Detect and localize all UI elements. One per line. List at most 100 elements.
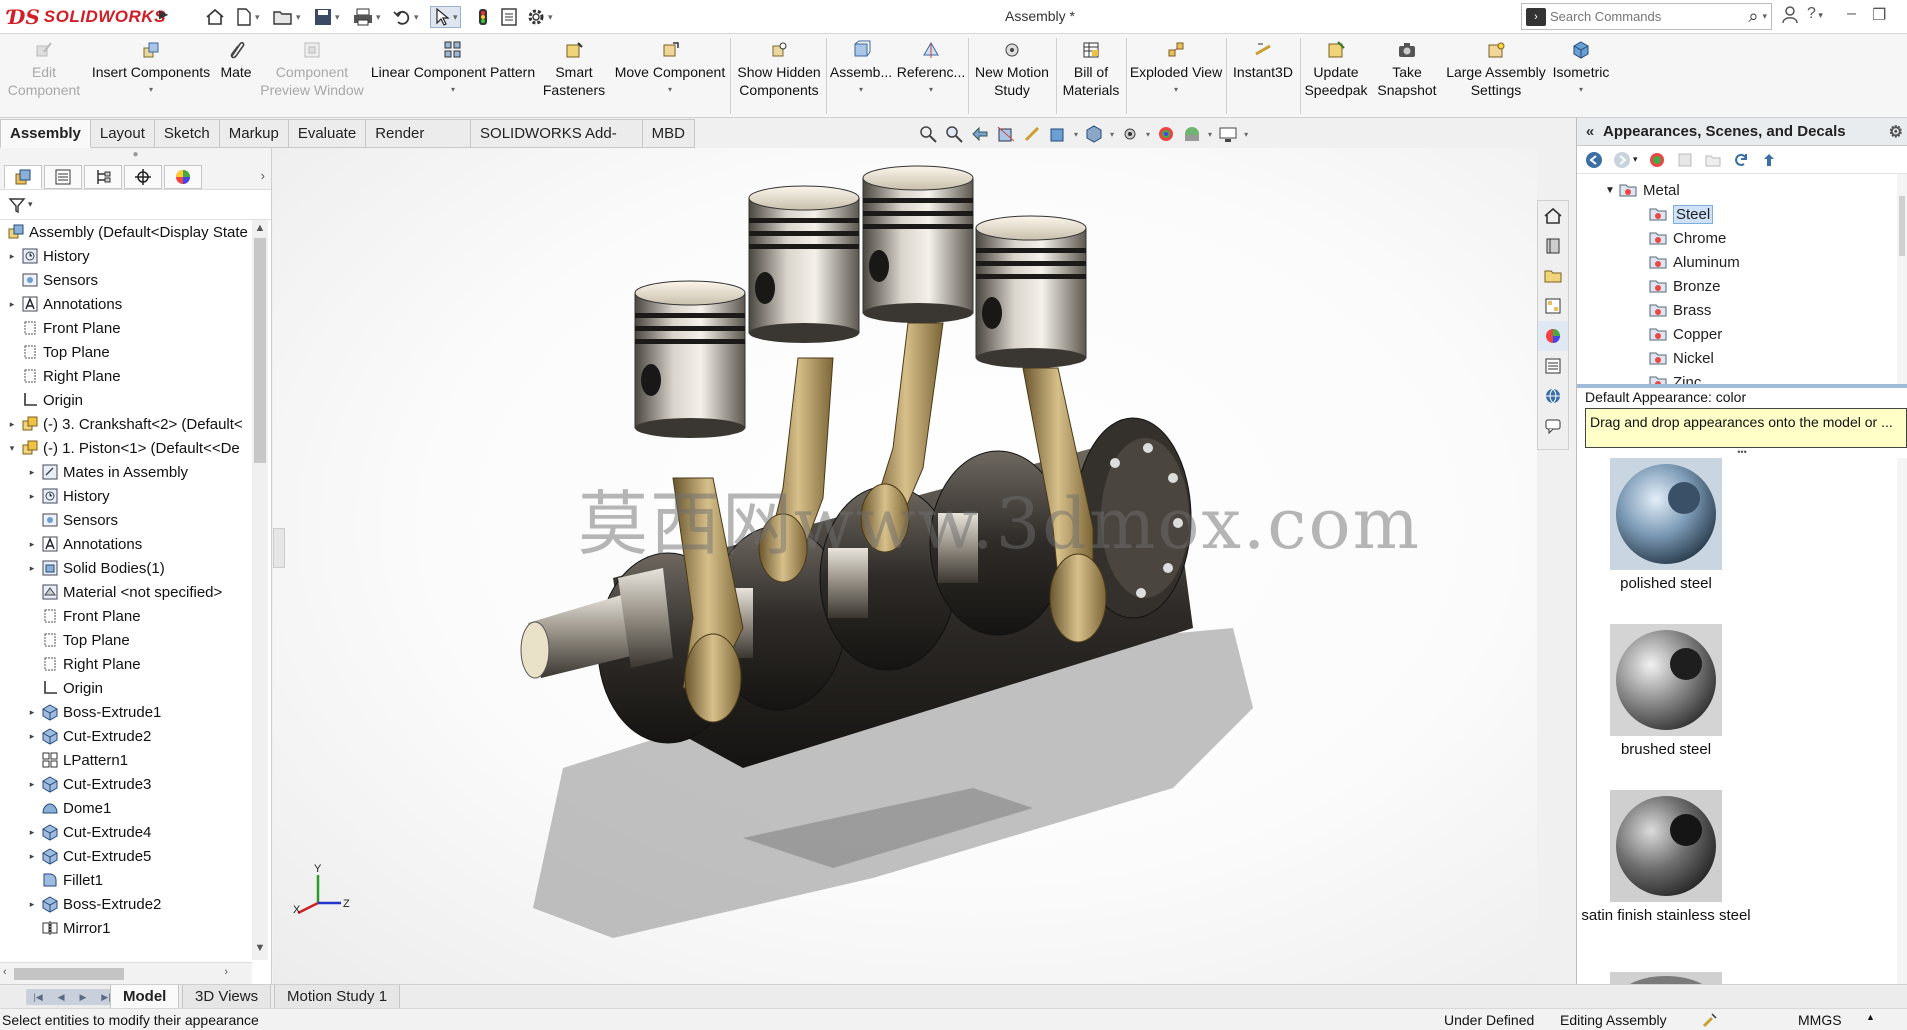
- tree-item[interactable]: ▸ History: [6, 244, 90, 268]
- tree-item[interactable]: ▸ Cut-Extrude5: [26, 844, 151, 868]
- library-item-aluminum[interactable]: Aluminum: [1649, 250, 1740, 274]
- tab-property-manager[interactable]: [44, 164, 82, 189]
- expand-arrow-icon[interactable]: ▸: [26, 467, 38, 478]
- view-settings-icon[interactable]: [1218, 124, 1238, 144]
- tree-item[interactable]: ▸ Boss-Extrude2: [26, 892, 161, 916]
- library-item-steel[interactable]: Steel: [1649, 202, 1714, 226]
- section-view-icon[interactable]: [996, 124, 1016, 144]
- tree-item[interactable]: Top Plane: [6, 340, 110, 364]
- tree-item[interactable]: Sensors: [6, 268, 98, 292]
- tab-model[interactable]: Model: [110, 985, 180, 1009]
- tree-item[interactable]: Origin: [6, 388, 83, 412]
- reference-triad[interactable]: Y X Z: [293, 863, 363, 923]
- expand-arrow-icon[interactable]: ▸: [26, 731, 38, 742]
- expand-arrow-icon[interactable]: ▾: [6, 443, 18, 454]
- options-gear-icon[interactable]: ▾: [526, 6, 553, 28]
- tree-item[interactable]: Sensors: [26, 508, 118, 532]
- tab-mbd[interactable]: MBD: [642, 119, 695, 148]
- tree-hscroll-thumb[interactable]: [14, 968, 124, 980]
- rebuild-icon[interactable]: [1702, 1012, 1718, 1030]
- new-folder-icon[interactable]: [1704, 151, 1722, 169]
- tree-item[interactable]: Top Plane: [26, 628, 130, 652]
- tree-item[interactable]: LPattern1: [26, 748, 128, 772]
- dynamic-annotation-icon[interactable]: [1022, 124, 1042, 144]
- tab-layout[interactable]: Layout: [90, 119, 155, 148]
- undo-icon[interactable]: ▾: [392, 6, 419, 28]
- scroll-up-icon[interactable]: ▲: [254, 222, 266, 234]
- thumbnail-splitter-handle[interactable]: •••: [1577, 448, 1907, 458]
- design-library-tab[interactable]: [1538, 231, 1568, 261]
- up-one-level-icon[interactable]: [1760, 151, 1778, 169]
- library-folder-metal[interactable]: ▼ Metal: [1605, 178, 1680, 202]
- tab-solidworks-add-ins[interactable]: SOLIDWORKS Add-Ins: [471, 119, 643, 170]
- zoom-to-area-icon[interactable]: [944, 124, 964, 144]
- custom-properties-tab[interactable]: [1538, 351, 1568, 381]
- first-tab-icon[interactable]: |◀: [33, 992, 42, 1003]
- 3dexperience-tab[interactable]: [1538, 411, 1568, 441]
- help-icon[interactable]: ? ▾: [1807, 5, 1823, 23]
- tree-item[interactable]: ▸ Cut-Extrude3: [26, 772, 151, 796]
- display-style-icon[interactable]: [1084, 124, 1104, 144]
- expand-chevron-icon[interactable]: ▼: [1605, 185, 1619, 196]
- tab-assembly[interactable]: Assembly: [0, 119, 91, 148]
- new-document-icon[interactable]: ▾: [235, 6, 260, 28]
- tree-item[interactable]: ▸ History: [26, 484, 110, 508]
- show-hidden-components-button[interactable]: Show Hidden Components: [734, 40, 824, 114]
- prev-tab-icon[interactable]: ◀: [58, 992, 65, 1003]
- insert-components-button[interactable]: Insert Components ▾: [88, 40, 214, 114]
- tab-display-manager[interactable]: [164, 164, 202, 189]
- mate-button[interactable]: Mate: [216, 40, 256, 114]
- tree-item[interactable]: Material <not specified>: [26, 580, 222, 604]
- add-file-location-icon[interactable]: [1676, 151, 1694, 169]
- expand-arrow-icon[interactable]: ▸: [6, 419, 18, 430]
- tree-item[interactable]: Mirror1: [26, 916, 111, 940]
- tree-item[interactable]: ▸ (-) 3. Crankshaft<2> (Default<: [6, 412, 243, 436]
- pane-options-gear-icon[interactable]: ⚙: [1889, 122, 1903, 142]
- tab-motion-study-1[interactable]: Motion Study 1: [274, 985, 401, 1009]
- search-icon[interactable]: ⌕: [1748, 6, 1758, 27]
- tab-3d-views[interactable]: 3D Views: [182, 985, 272, 1009]
- restore-icon[interactable]: ❐: [1872, 5, 1886, 25]
- apply-scene-icon[interactable]: [1182, 124, 1202, 144]
- tree-item[interactable]: ▸ Mates in Assembly: [26, 460, 188, 484]
- solidworks-logo[interactable]: ƊS SOLIDWORKS: [8, 3, 165, 31]
- expand-arrow-icon[interactable]: ▸: [26, 779, 38, 790]
- select-cursor-icon[interactable]: ▾: [430, 6, 461, 28]
- exploded-view-button[interactable]: Exploded View ▾: [1128, 40, 1224, 114]
- hide-show-items-icon[interactable]: [1120, 124, 1140, 144]
- tree-item[interactable]: Right Plane: [6, 364, 121, 388]
- tree-item[interactable]: ▾ (-) 1. Piston<1> (Default<<De: [6, 436, 240, 460]
- bill-of-materials-button[interactable]: Bill of Materials: [1058, 40, 1124, 114]
- expand-arrow-icon[interactable]: ▸: [6, 251, 18, 262]
- tab-evaluate[interactable]: Evaluate: [288, 119, 367, 148]
- component-preview-button[interactable]: Component Preview Window: [258, 40, 366, 114]
- search-commands-input[interactable]: [1550, 9, 1749, 24]
- tree-item[interactable]: Right Plane: [26, 652, 141, 676]
- library-item-bronze[interactable]: Bronze: [1649, 274, 1721, 298]
- tab-feature-tree[interactable]: [4, 164, 42, 189]
- tab-sketch[interactable]: Sketch: [154, 119, 220, 148]
- forward-arrow-icon[interactable]: [1613, 151, 1631, 169]
- assembly-features-button[interactable]: Assemb... ▾: [828, 40, 894, 114]
- expand-arrow-icon[interactable]: ▸: [26, 491, 38, 502]
- panel-drag-handle[interactable]: ●: [0, 148, 271, 164]
- appearances-scenes-decals-tab[interactable]: [1538, 321, 1568, 351]
- reference-geometry-button[interactable]: Referenc... ▾: [896, 40, 966, 114]
- collapse-pane-icon[interactable]: «: [1577, 123, 1603, 140]
- take-snapshot-button[interactable]: Take Snapshot: [1372, 40, 1442, 114]
- expand-arrow-icon[interactable]: ▸: [26, 851, 38, 862]
- piston-2[interactable]: [748, 185, 860, 343]
- graphics-area[interactable]: 莫西网www.3dmox.com Y X Z: [273, 148, 1537, 984]
- tree-item[interactable]: Front Plane: [6, 316, 121, 340]
- expand-arrow-icon[interactable]: ▸: [6, 299, 18, 310]
- print-icon[interactable]: ▾: [352, 6, 381, 28]
- zoom-to-fit-icon[interactable]: [918, 124, 938, 144]
- library-item-nickel[interactable]: Nickel: [1649, 346, 1714, 370]
- tree-item[interactable]: Origin: [26, 676, 103, 700]
- file-explorer-tab[interactable]: [1538, 261, 1568, 291]
- history-dropdown-icon[interactable]: ▾: [1633, 154, 1638, 165]
- tab-navigation-buttons[interactable]: |◀ ◀ ▶ ▶|: [26, 989, 118, 1005]
- library-scrollbar[interactable]: [1897, 174, 1907, 384]
- piston-1[interactable]: [634, 280, 746, 438]
- update-speedpak-button[interactable]: Update Speedpak: [1302, 40, 1370, 114]
